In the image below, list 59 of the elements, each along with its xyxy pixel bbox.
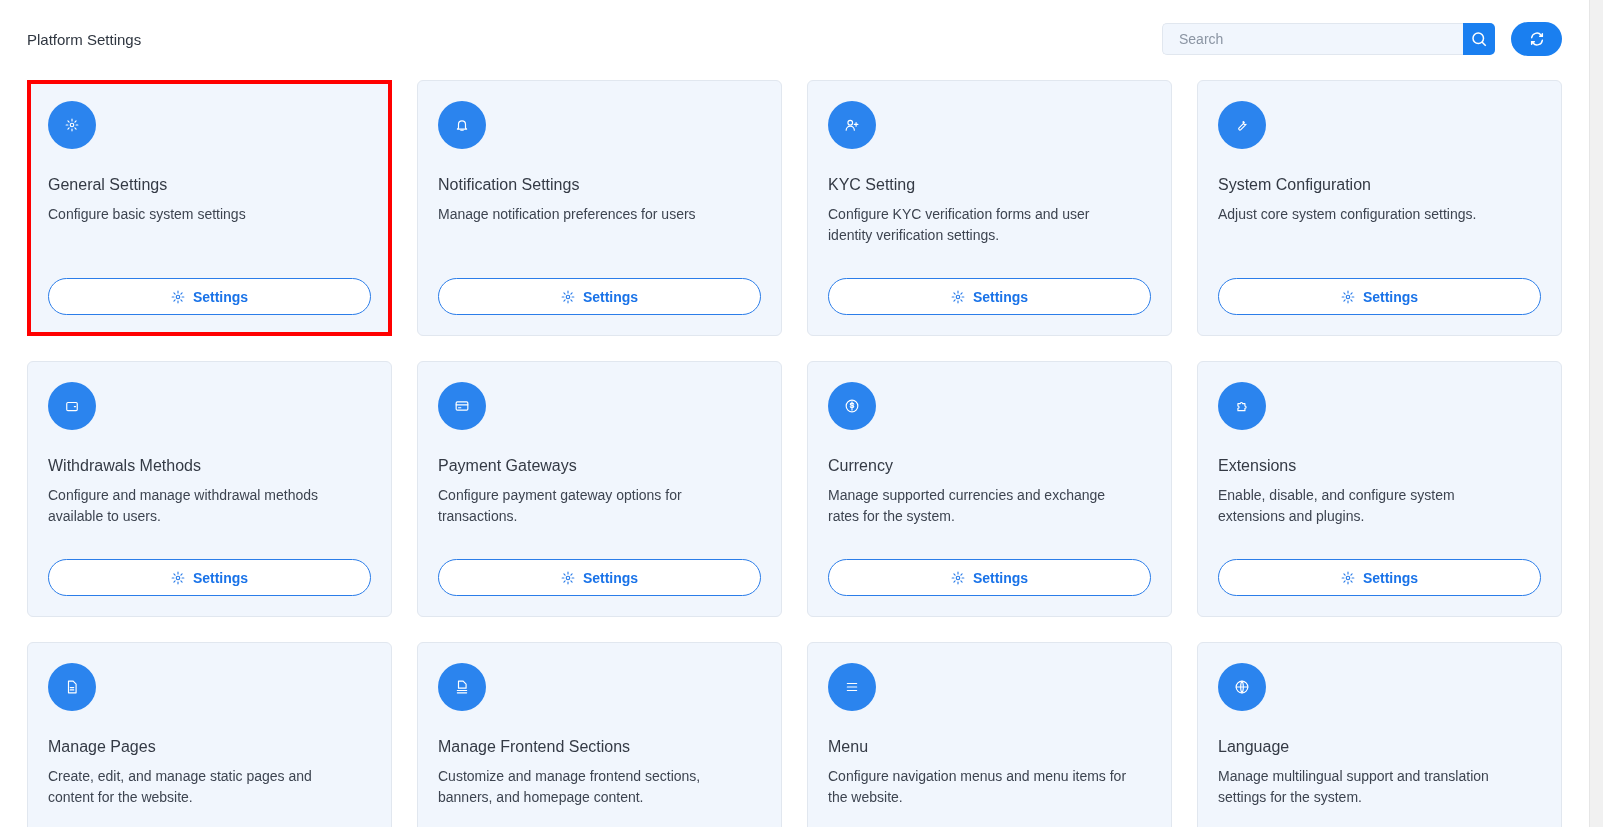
card-title: Menu xyxy=(828,738,870,756)
card-title: System Configuration xyxy=(1218,176,1372,194)
puzzle-icon xyxy=(1218,382,1266,430)
card-description: Enable, disable, and configure system extensions and plugins. xyxy=(1218,486,1456,526)
card-title: Currency xyxy=(828,457,894,475)
card-description: Create, edit, and manage static pages and content for the website. xyxy=(48,767,313,807)
refresh-icon xyxy=(1528,31,1545,47)
search-icon xyxy=(1470,30,1488,48)
document-icon xyxy=(48,663,96,711)
card-description: Configure KYC verification forms and user identity verification settings. xyxy=(828,205,1091,245)
card-description: Manage notification preferences for users xyxy=(438,205,697,224)
card-description: Customize and manage frontend sections, banners, and homepage content. xyxy=(438,767,702,807)
card-title: KYC Setting xyxy=(828,176,917,194)
card-title: Withdrawals Methods xyxy=(48,457,202,475)
card-description: Configure and manage withdrawal methods available to users. xyxy=(48,486,320,526)
gear-icon xyxy=(170,570,185,585)
wallet-icon xyxy=(48,382,96,430)
wrench-icon xyxy=(1218,101,1266,149)
card-description: Configure payment gateway options for transactions. xyxy=(438,486,683,526)
settings-button[interactable]: Settings xyxy=(48,278,371,315)
card-title: General Settings xyxy=(48,176,169,194)
bell-icon xyxy=(438,101,486,149)
credit-card-icon xyxy=(438,382,486,430)
settings-button[interactable]: Settings xyxy=(438,559,761,596)
gear-icon xyxy=(170,289,185,304)
settings-button[interactable]: Settings xyxy=(1218,559,1541,596)
card-title: Extensions xyxy=(1218,457,1298,475)
card-title: Manage Frontend Sections xyxy=(438,738,632,756)
gear-icon xyxy=(48,101,96,149)
gear-icon xyxy=(560,570,575,585)
dollar-icon xyxy=(828,382,876,430)
card-description: Configure basic system settings xyxy=(48,205,247,224)
card-description: Adjust core system configuration settings. xyxy=(1218,205,1478,224)
scrollbar[interactable] xyxy=(1589,0,1603,827)
card-description: Manage supported currencies and exchange rates for the system. xyxy=(828,486,1107,526)
card-title: Notification Settings xyxy=(438,176,581,194)
settings-button[interactable]: Settings xyxy=(828,559,1151,596)
code-file-icon xyxy=(438,663,486,711)
settings-button[interactable]: Settings xyxy=(828,278,1151,315)
gear-icon xyxy=(560,289,575,304)
gear-icon xyxy=(1340,570,1355,585)
search-button[interactable] xyxy=(1463,23,1495,55)
gear-icon xyxy=(950,289,965,304)
card-title: Language xyxy=(1218,738,1291,756)
settings-button[interactable]: Settings xyxy=(438,278,761,315)
card-description: Manage multilingual support and translation settings for the system. xyxy=(1218,767,1490,807)
settings-button[interactable]: Settings xyxy=(1218,278,1541,315)
card-title: Manage Pages xyxy=(48,738,157,756)
globe-icon xyxy=(1218,663,1266,711)
card-title: Payment Gateways xyxy=(438,457,578,475)
menu-icon xyxy=(828,663,876,711)
page-title: Platform Settings xyxy=(27,30,142,48)
card-description: Configure navigation menus and menu items for the website. xyxy=(828,767,1128,807)
refresh-button[interactable] xyxy=(1511,22,1562,56)
gear-icon xyxy=(950,570,965,585)
user-plus-icon xyxy=(828,101,876,149)
settings-button[interactable]: Settings xyxy=(48,559,371,596)
search-field[interactable]: Search xyxy=(1162,23,1463,55)
gear-icon xyxy=(1340,289,1355,304)
